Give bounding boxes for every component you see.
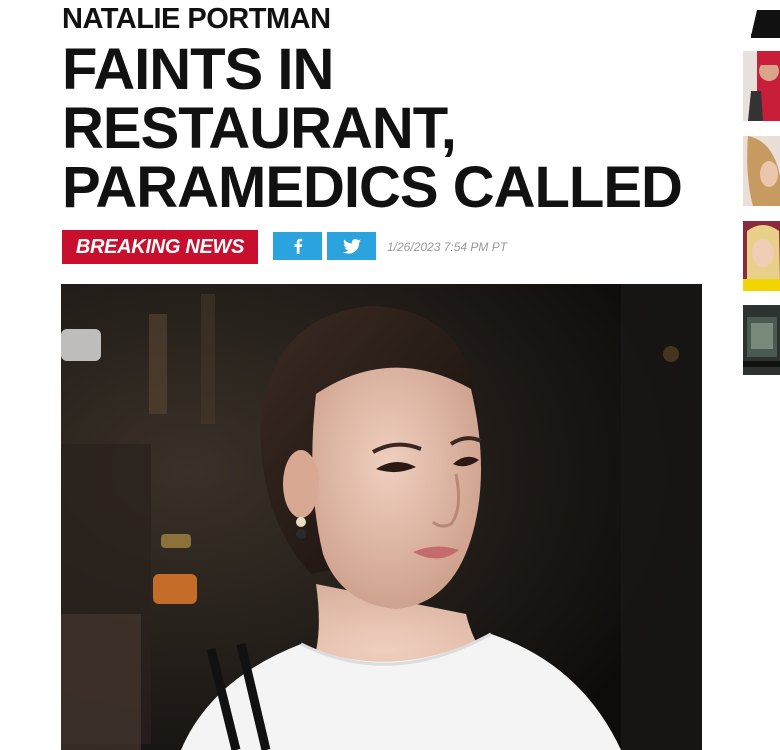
hero-photo-illustration [61, 284, 702, 750]
headline-line: PARAMEDICS CALLED [62, 155, 683, 220]
thumbnail-3 [743, 221, 780, 291]
facebook-share-button[interactable] [273, 232, 322, 260]
logo-icon [751, 10, 780, 38]
article-headline: FAINTS IN RESTAURANT, PARAMEDICS CALLED [62, 40, 702, 217]
facebook-icon [294, 238, 302, 254]
sidebar-thumbnail[interactable] [743, 305, 780, 375]
thumbnail-1 [743, 51, 780, 121]
thumbnail-4 [743, 305, 780, 375]
headline-line: RESTAURANT, [62, 96, 457, 161]
sidebar-thumbnail[interactable] [743, 136, 780, 206]
article-timestamp: 1/26/2023 7:54 PM PT [387, 240, 508, 254]
headline-line: FAINTS IN [62, 37, 334, 102]
sidebar-thumbnail[interactable] [743, 51, 780, 121]
sidebar-thumbnail[interactable] [743, 221, 780, 291]
twitter-share-button[interactable] [327, 232, 376, 260]
sidebar-logo[interactable] [751, 10, 780, 38]
thumbnail-2 [743, 136, 780, 206]
article-kicker: NATALIE PORTMAN [62, 3, 331, 35]
breaking-news-badge: BREAKING NEWS [62, 230, 258, 264]
twitter-icon [342, 238, 361, 254]
hero-photo [61, 284, 702, 750]
